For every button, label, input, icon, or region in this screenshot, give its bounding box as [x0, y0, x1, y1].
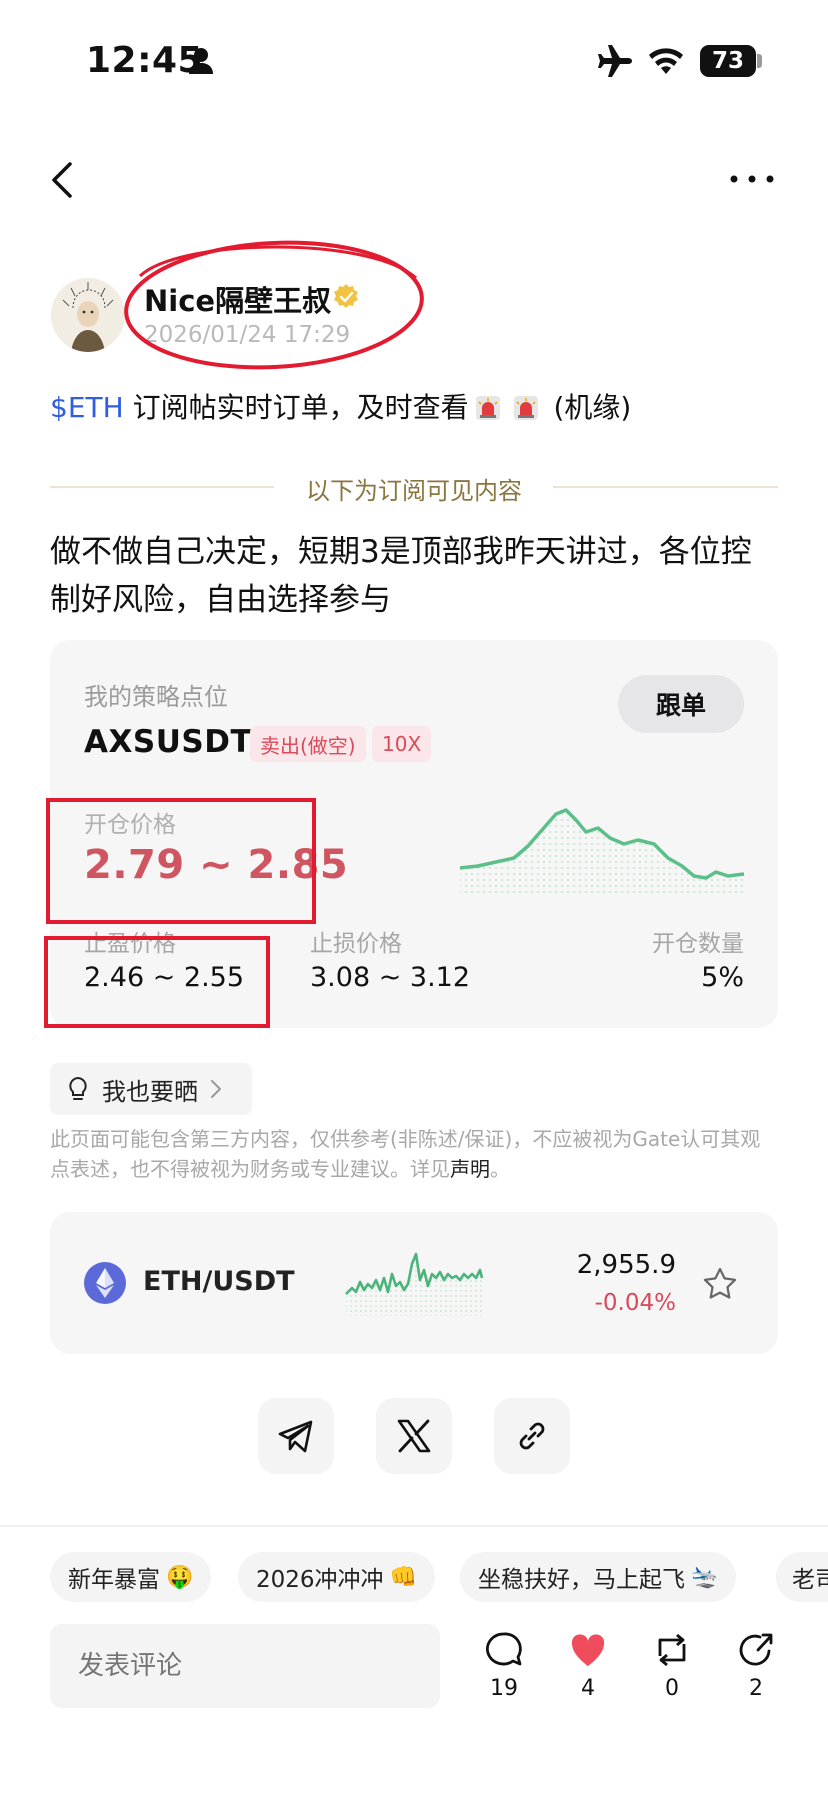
market-change: -0.04%: [594, 1290, 676, 1316]
comment-count: 19: [490, 1676, 518, 1701]
red-box-annotation: [44, 936, 270, 1028]
bottom-separator: [0, 1525, 828, 1527]
chip-text: 2026冲冲冲: [256, 1567, 384, 1593]
stop-loss-value: 3.08 ~ 3.12: [310, 962, 471, 993]
stop-loss-label: 止损价格: [310, 931, 402, 957]
position-size-value: 5%: [701, 962, 744, 993]
quick-tag-chip[interactable]: 2026冲冲冲 👊: [238, 1552, 435, 1602]
red-box-annotation: [46, 798, 316, 924]
battery-icon: 73: [700, 45, 756, 77]
chip-emoji: 👊: [389, 1564, 417, 1590]
share-arrow-icon: [739, 1633, 773, 1666]
post-title-text: 订阅帖实时订单，及时查看: [123, 391, 469, 424]
heart-icon: [571, 1634, 605, 1666]
star-icon[interactable]: [702, 1266, 738, 1302]
comment-action[interactable]: 19: [474, 1630, 534, 1701]
x-logo-icon: [397, 1419, 431, 1453]
chip-emoji: 🤑: [166, 1564, 194, 1590]
airplane-icon: [598, 45, 632, 77]
position-size-label: 开仓数量: [652, 931, 744, 957]
repost-icon: [658, 1633, 686, 1667]
like-count: 4: [581, 1676, 595, 1701]
siren-icon: [475, 396, 500, 420]
copy-link-button[interactable]: [494, 1398, 570, 1474]
leverage-badge: 10X: [372, 726, 432, 762]
share-too-label: 我也要晒: [102, 1077, 198, 1106]
chip-text: 坐稳扶好，马上起飞: [478, 1567, 685, 1593]
ticker-link[interactable]: $ETH: [50, 391, 124, 424]
share-telegram-button[interactable]: [258, 1398, 334, 1474]
strategy-pair: AXSUSDT: [84, 724, 253, 760]
subscriber-divider-text: 以下为订阅可见内容: [306, 477, 522, 505]
telegram-icon: [278, 1420, 313, 1453]
disclaimer-end: 。: [490, 1157, 510, 1181]
disclaimer-link[interactable]: 声明: [450, 1157, 490, 1181]
chip-text: 新年暴富: [68, 1567, 160, 1593]
person-icon: [189, 48, 213, 74]
market-price: 2,955.9: [576, 1250, 676, 1280]
battery-level: 73: [711, 48, 744, 74]
repost-action[interactable]: 0: [642, 1630, 702, 1701]
like-action[interactable]: 4: [558, 1630, 618, 1701]
quick-tag-chip[interactable]: 老司: [776, 1552, 828, 1602]
post-title-suffix: (机缘): [544, 391, 632, 424]
chevron-left-icon[interactable]: [46, 160, 80, 200]
share-too-button[interactable]: 我也要晒: [50, 1063, 252, 1115]
share-action[interactable]: 2: [726, 1630, 786, 1701]
comment-icon: [486, 1632, 522, 1666]
market-sparkline: [345, 1252, 484, 1316]
post-title: $ETH 订阅帖实时订单，及时查看 (机缘): [50, 386, 631, 426]
chevron-right-icon: [211, 1080, 221, 1098]
follow-order-button[interactable]: 跟单: [618, 675, 744, 733]
quick-tag-chip[interactable]: 新年暴富 🤑: [50, 1552, 212, 1602]
comment-input[interactable]: [50, 1624, 440, 1708]
status-time: 12:45: [86, 40, 204, 81]
post-body: 做不做自己决定，短期3是顶部我昨天讲过，各位控制好风险，自由选择参与: [50, 534, 752, 618]
strategy-label: 我的策略点位: [84, 683, 228, 711]
strategy-sparkline: [459, 808, 745, 894]
wifi-icon: [649, 48, 683, 74]
ethereum-icon: [84, 1262, 126, 1304]
avatar-image: [51, 278, 125, 352]
red-circle-annotation: [124, 240, 424, 370]
disclaimer: 此页面可能包含第三方内容，仅供参考(非陈述/保证)，不应被视为Gate认可其观点…: [50, 1124, 780, 1184]
avatar[interactable]: [51, 278, 125, 352]
siren-icon: [513, 396, 538, 420]
side-badge: 卖出(做空): [250, 726, 366, 762]
disclaimer-text: 此页面可能包含第三方内容，仅供参考(非陈述/保证)，不应被视为Gate认可其观点…: [50, 1127, 761, 1181]
link-icon: [519, 1422, 545, 1450]
repost-count: 0: [665, 1676, 679, 1701]
battery-tip: [757, 54, 762, 68]
lightbulb-icon: [69, 1076, 87, 1100]
market-pair: ETH/USDT: [143, 1266, 295, 1297]
share-count: 2: [749, 1676, 763, 1701]
quick-tag-chip[interactable]: 坐稳扶好，马上起飞 🛬: [460, 1552, 737, 1602]
more-dots-icon[interactable]: [728, 172, 776, 186]
share-x-button[interactable]: [376, 1398, 452, 1474]
chip-text: 老司: [792, 1567, 828, 1593]
chip-emoji: 🛬: [691, 1564, 719, 1590]
